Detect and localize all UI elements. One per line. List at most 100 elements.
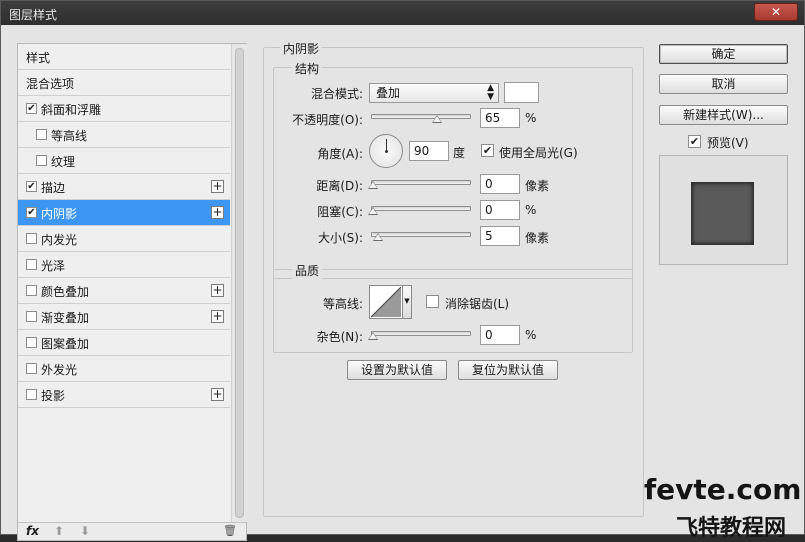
angle-dial-center [385,150,388,153]
move-down-icon[interactable]: ⬇ [80,524,90,538]
style-item-checkbox[interactable] [26,311,37,322]
distance-slider[interactable] [371,180,471,185]
preview-checkbox[interactable]: ✔ [688,135,701,148]
check-icon: ✔ [27,207,36,218]
select-arrows-icon: ▲ ▼ [487,83,494,102]
opacity-slider[interactable] [371,114,471,119]
contour-label: 等高线: [322,297,363,311]
preview-label: 预览(V) [707,136,749,150]
style-item-checkbox[interactable] [26,285,37,296]
watermark-domain: fevte.com [644,473,802,506]
style-item[interactable]: ✔ 描边 + [18,174,230,200]
choke-slider[interactable] [371,206,471,211]
style-item-label: 描边 [41,181,66,195]
style-item-checkbox[interactable] [26,233,37,244]
size-slider-thumb[interactable] [373,233,383,241]
title-bar: 图层样式 ✕ [1,1,804,25]
dialog-content: 样式 混合选项 ✔ 斜面和浮雕 等高线 纹理 ✔ 描边 + ✔ 内阴影 + 内发光 光泽 颜色叠加 + 渐变叠加… [1,25,804,541]
add-effect-icon[interactable]: + [211,310,224,323]
style-item-checkbox[interactable]: ✔ [26,207,37,218]
style-item-label: 颜色叠加 [41,285,90,299]
make-default-button[interactable]: 设置为默认值 [347,360,447,380]
style-item-label: 图案叠加 [41,337,90,351]
window-title: 图层样式 [9,8,58,22]
style-item-label: 内阴影 [41,207,78,221]
contour-picker[interactable] [369,285,403,319]
add-effect-icon[interactable]: + [211,180,224,193]
angle-label: 角度(A): [317,147,363,161]
size-input[interactable]: 5 [480,226,520,246]
contour-dropdown-arrow[interactable]: ▼ [403,285,412,319]
style-item[interactable]: 光泽 [18,252,230,278]
contour-linear-icon [370,286,402,318]
scrollbar-thumb[interactable] [235,48,244,518]
style-item-checkbox[interactable] [26,337,37,348]
blend-mode-value: 叠加 [376,86,401,100]
styles-scrollbar[interactable] [231,44,247,522]
global-light-checkbox[interactable]: ✔ [481,144,494,157]
style-item-checkbox[interactable] [26,363,37,374]
style-item-checkbox[interactable]: ✔ [26,181,37,192]
structure-title: 结构 [292,60,323,77]
new-style-button[interactable]: 新建样式(W)... [659,105,788,125]
distance-input[interactable]: 0 [480,174,520,194]
noise-label: 杂色(N): [316,330,363,344]
style-item[interactable]: 混合选项 [18,70,230,96]
add-effect-icon[interactable]: + [211,388,224,401]
style-item[interactable]: 外发光 [18,356,230,382]
antialias-checkbox[interactable] [426,295,439,308]
preview-box [659,155,788,265]
degree-unit: 度 [453,146,466,160]
noise-slider[interactable] [371,331,471,336]
close-button[interactable]: ✕ [754,3,798,21]
style-item-label: 等高线 [51,129,88,143]
style-item[interactable]: 颜色叠加 + [18,278,230,304]
choke-slider-thumb[interactable] [368,207,378,215]
global-light-label: 使用全局光(G) [499,146,578,160]
watermark-site-name: 飞特教程网 [676,516,787,541]
opacity-input[interactable]: 65 [480,108,520,128]
style-item[interactable]: 投影 + [18,382,230,408]
style-item-checkbox[interactable] [36,129,47,140]
fx-icon[interactable]: fx [26,524,39,538]
style-item-checkbox[interactable]: ✔ [26,103,37,114]
add-effect-icon[interactable]: + [211,284,224,297]
noise-slider-thumb[interactable] [368,332,378,340]
add-effect-icon[interactable]: + [211,206,224,219]
trash-icon[interactable]: 🗑 [223,524,237,537]
check-icon: ✔ [27,181,36,192]
style-item-label: 混合选项 [26,77,75,91]
opacity-slider-thumb[interactable] [432,115,442,123]
ok-button[interactable]: 确定 [659,44,788,64]
style-item[interactable]: 图案叠加 [18,330,230,356]
cancel-button[interactable]: 取消 [659,74,788,94]
style-item-checkbox[interactable] [26,259,37,270]
blend-mode-select[interactable]: 叠加 ▲ ▼ [369,83,499,103]
angle-dial[interactable] [369,134,403,168]
check-icon: ✔ [482,144,493,157]
style-item[interactable]: ✔ 内阴影 + [18,200,230,226]
style-item-checkbox[interactable] [36,155,47,166]
move-up-icon[interactable]: ⬆ [54,524,64,538]
size-unit: 像素 [525,231,550,245]
distance-slider-thumb[interactable] [368,181,378,189]
style-item[interactable]: ✔ 斜面和浮雕 [18,96,230,122]
size-label: 大小(S): [317,231,363,245]
style-item[interactable]: 纹理 [18,148,230,174]
style-item[interactable]: 样式 [18,44,230,70]
choke-input[interactable]: 0 [480,200,520,220]
reset-default-button[interactable]: 复位为默认值 [458,360,558,380]
shadow-color-swatch[interactable] [504,82,539,103]
style-item-label: 斜面和浮雕 [41,103,102,117]
noise-input[interactable]: 0 [480,325,520,345]
distance-label: 距离(D): [316,179,363,193]
style-item-label: 光泽 [41,259,66,273]
styles-list-panel: 样式 混合选项 ✔ 斜面和浮雕 等高线 纹理 ✔ 描边 + ✔ 内阴影 + 内发光 光泽 颜色叠加 + 渐变叠加… [17,43,247,541]
size-slider[interactable] [371,232,471,237]
style-item-label: 外发光 [41,363,78,377]
style-item[interactable]: 等高线 [18,122,230,148]
angle-input[interactable]: 90 [409,141,449,161]
style-item-checkbox[interactable] [26,389,37,400]
style-item[interactable]: 渐变叠加 + [18,304,230,330]
style-item[interactable]: 内发光 [18,226,230,252]
